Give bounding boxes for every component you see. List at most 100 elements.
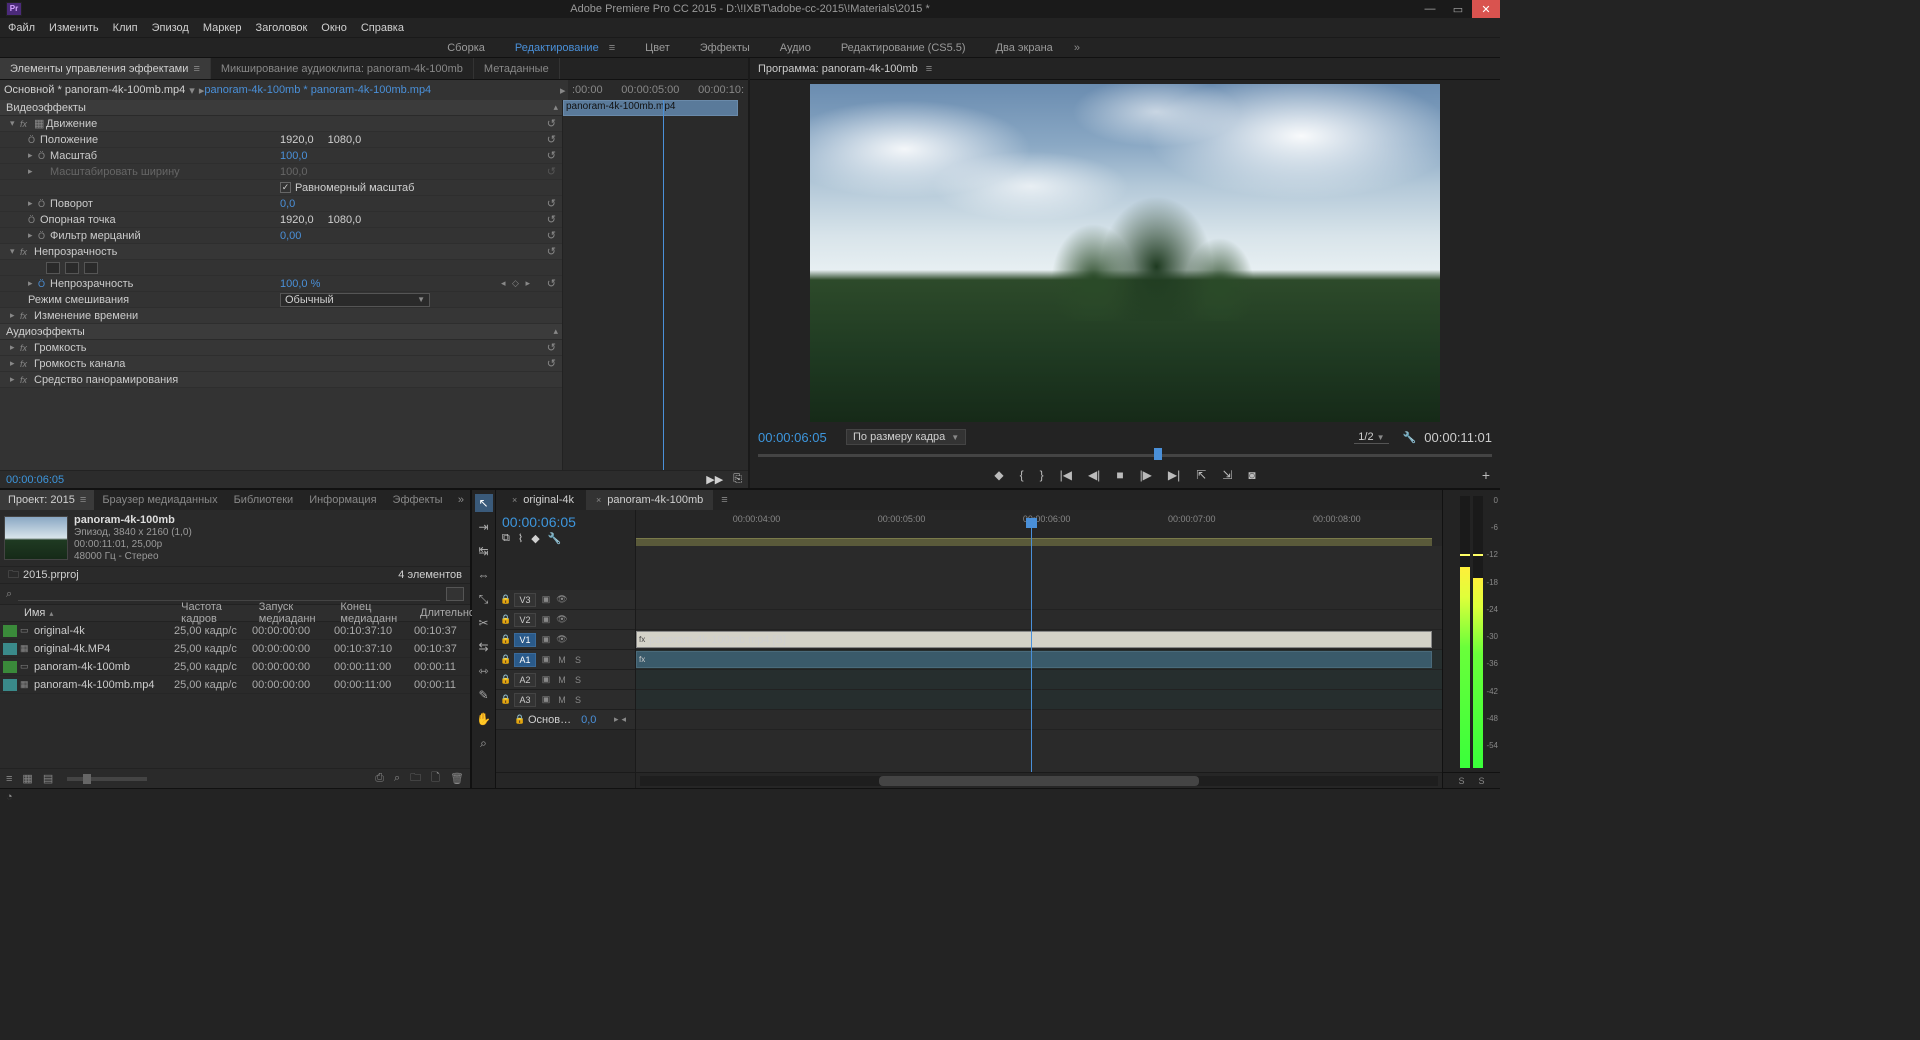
track-lane-a1[interactable]: fx [636, 650, 1442, 670]
find-icon[interactable]: ⌕ [394, 772, 400, 785]
ec-timeline[interactable]: panoram-4k-100mb.mp4 [562, 100, 748, 470]
mask-pen-icon[interactable] [84, 262, 98, 274]
toggle-output-icon[interactable]: ▣ [540, 634, 552, 645]
work-area-bar[interactable] [636, 538, 1432, 546]
project-item[interactable]: ▦ panoram-4k-100mb.mp4 25,00 кадр/с 00:0… [0, 676, 470, 694]
tab-info[interactable]: Информация [301, 490, 384, 510]
track-lane-a3[interactable] [636, 690, 1442, 710]
master-value[interactable]: 0,0 [581, 714, 596, 726]
program-tab[interactable]: Программа: panoram-4k-100mb [758, 63, 918, 75]
panel-menu-icon[interactable]: ≡ [721, 494, 727, 506]
sequence-path[interactable]: panoram-4k-100mb * panoram-4k-100mb.mp4 [204, 84, 431, 96]
thumbnail-size-slider[interactable] [67, 777, 147, 781]
new-item-button[interactable]: 🗋 [431, 769, 440, 788]
reset-icon[interactable]: ↺ [547, 133, 556, 146]
column-name[interactable]: Имя▴ [20, 607, 177, 619]
go-to-out-button[interactable]: ▶| [1168, 468, 1180, 482]
workspace-overflow-icon[interactable]: » [1074, 42, 1080, 54]
ec-mini-ruler[interactable]: ▸ :00:00 00:00:05:00 00:00:10: [568, 80, 748, 100]
ripple-edit-tool[interactable]: ↹ [475, 542, 493, 560]
menu-edit[interactable]: Изменить [49, 22, 99, 34]
track-header-a2[interactable]: 🔒A2▣MS [496, 670, 635, 690]
opacity-value[interactable]: 100,0 % [280, 278, 320, 290]
lock-icon[interactable]: 🔒 [500, 674, 510, 685]
track-header-master[interactable]: 🔒Основ…0,0▸◂ [496, 710, 635, 730]
toggle-sync-icon[interactable]: 👁 [556, 594, 568, 605]
menu-clip[interactable]: Клип [113, 22, 138, 34]
resolution-dropdown[interactable]: 1/2 ▼ [1354, 431, 1388, 444]
program-video[interactable] [810, 84, 1440, 422]
hand-tool[interactable]: ✋ [475, 710, 493, 728]
mask-rect-icon[interactable] [65, 262, 79, 274]
mark-out-button[interactable]: } [1040, 468, 1044, 482]
solo-left[interactable]: S [1458, 776, 1464, 786]
lock-icon[interactable]: 🔒 [500, 654, 510, 665]
menu-file[interactable]: Файл [8, 22, 35, 34]
toggle-sync-icon[interactable]: 👁 [556, 614, 568, 625]
project-item[interactable]: ▭ panoram-4k-100mb 25,00 кадр/с 00:00:00… [0, 658, 470, 676]
pen-tool[interactable]: ✎ [475, 686, 493, 704]
bin-name[interactable]: 2015.prproj [23, 569, 79, 581]
timeline-clip-video[interactable]: fxpanoram-4k-100mb.mp4 [В] [636, 631, 1432, 648]
track-lane-v3[interactable] [636, 590, 1442, 610]
overflow-icon[interactable]: » [452, 494, 470, 506]
label-swatch[interactable] [3, 679, 17, 691]
ec-timecode[interactable]: 00:00:06:05 [6, 474, 64, 486]
lock-icon[interactable]: 🔒 [514, 714, 524, 725]
go-to-in-button[interactable]: |◀ [1060, 468, 1072, 482]
button-editor-icon[interactable]: + [1482, 467, 1490, 483]
add-marker-button[interactable]: ◆ [994, 468, 1003, 482]
close-tab-icon[interactable]: × [596, 495, 601, 505]
freeform-view-icon[interactable]: ▤ [43, 772, 53, 785]
step-back-button[interactable]: ◀| [1088, 468, 1100, 482]
slip-tool[interactable]: ⇆ [475, 638, 493, 656]
scrubber-playhead[interactable] [1154, 448, 1162, 460]
close-tab-icon[interactable]: × [512, 495, 517, 505]
reset-icon[interactable]: ↺ [547, 213, 556, 226]
workspace-dual[interactable]: Два экрана [996, 42, 1053, 54]
toggle-output-icon[interactable]: ▣ [540, 694, 552, 705]
workspace-audio[interactable]: Аудио [780, 42, 811, 54]
toggle-output-icon[interactable]: ▣ [540, 674, 552, 685]
keyframe-nav[interactable]: ▸◂ [614, 714, 629, 725]
workspace-cs55[interactable]: Редактирование (CS5.5) [841, 42, 966, 54]
track-lane-v1[interactable]: fxpanoram-4k-100mb.mp4 [В] [636, 630, 1442, 650]
effect-motion[interactable]: ▾fx▦Движение↺ [0, 116, 562, 132]
sequence-tab-original[interactable]: ×original-4k [502, 490, 584, 510]
delete-button[interactable]: 🗑 [450, 772, 464, 785]
play-button[interactable]: ■ [1116, 468, 1123, 482]
effect-channel-volume[interactable]: ▸fxГромкость канала↺ [0, 356, 562, 372]
ec-playhead[interactable] [663, 100, 664, 470]
automate-icon[interactable]: ⎙ [375, 772, 384, 785]
track-lane-v2[interactable] [636, 610, 1442, 630]
position-value[interactable]: 1920,01080,0 [280, 134, 361, 146]
track-header-a3[interactable]: 🔒A3▣MS [496, 690, 635, 710]
collapse-icon[interactable]: ▴ [553, 102, 558, 113]
dropdown-icon[interactable]: ▾ [189, 84, 195, 97]
track-header-a1[interactable]: 🔒A1▣MS [496, 650, 635, 670]
workspace-editing[interactable]: Редактирование [515, 42, 599, 54]
timeline-scrollbar[interactable] [640, 776, 1438, 786]
label-swatch[interactable] [3, 643, 17, 655]
toggle-output-icon[interactable]: ▣ [540, 614, 552, 625]
column-duration[interactable]: Длительнос [416, 607, 470, 619]
tab-project[interactable]: Проект: 2015 ≡ [0, 490, 94, 510]
label-swatch[interactable] [3, 661, 17, 673]
extract-button[interactable]: ⇲ [1222, 468, 1232, 482]
panel-menu-icon[interactable]: ≡ [926, 63, 932, 75]
new-bin-button[interactable]: 🗀 [410, 769, 421, 788]
rolling-edit-tool[interactable]: ⇔ [475, 566, 493, 584]
effect-time-remap[interactable]: ▸fxИзменение времени [0, 308, 562, 324]
tab-effect-controls[interactable]: Элементы управления эффектами ≡ [0, 58, 211, 79]
reset-icon[interactable]: ↺ [547, 197, 556, 210]
settings-icon[interactable]: 🔧 [1403, 431, 1417, 444]
menu-sequence[interactable]: Эпизод [152, 22, 189, 34]
workspace-assembly[interactable]: Сборка [447, 42, 485, 54]
add-marker-icon[interactable]: ◆ [531, 532, 539, 545]
zoom-tool[interactable]: ⌕ [475, 734, 493, 752]
lift-button[interactable]: ⇱ [1196, 468, 1206, 482]
search-input[interactable] [18, 587, 440, 601]
new-bin-icon[interactable] [446, 587, 464, 601]
reset-icon[interactable]: ↺ [547, 229, 556, 242]
tab-audio-clip-mixer[interactable]: Микширование аудиоклипа: panoram-4k-100m… [211, 58, 474, 79]
